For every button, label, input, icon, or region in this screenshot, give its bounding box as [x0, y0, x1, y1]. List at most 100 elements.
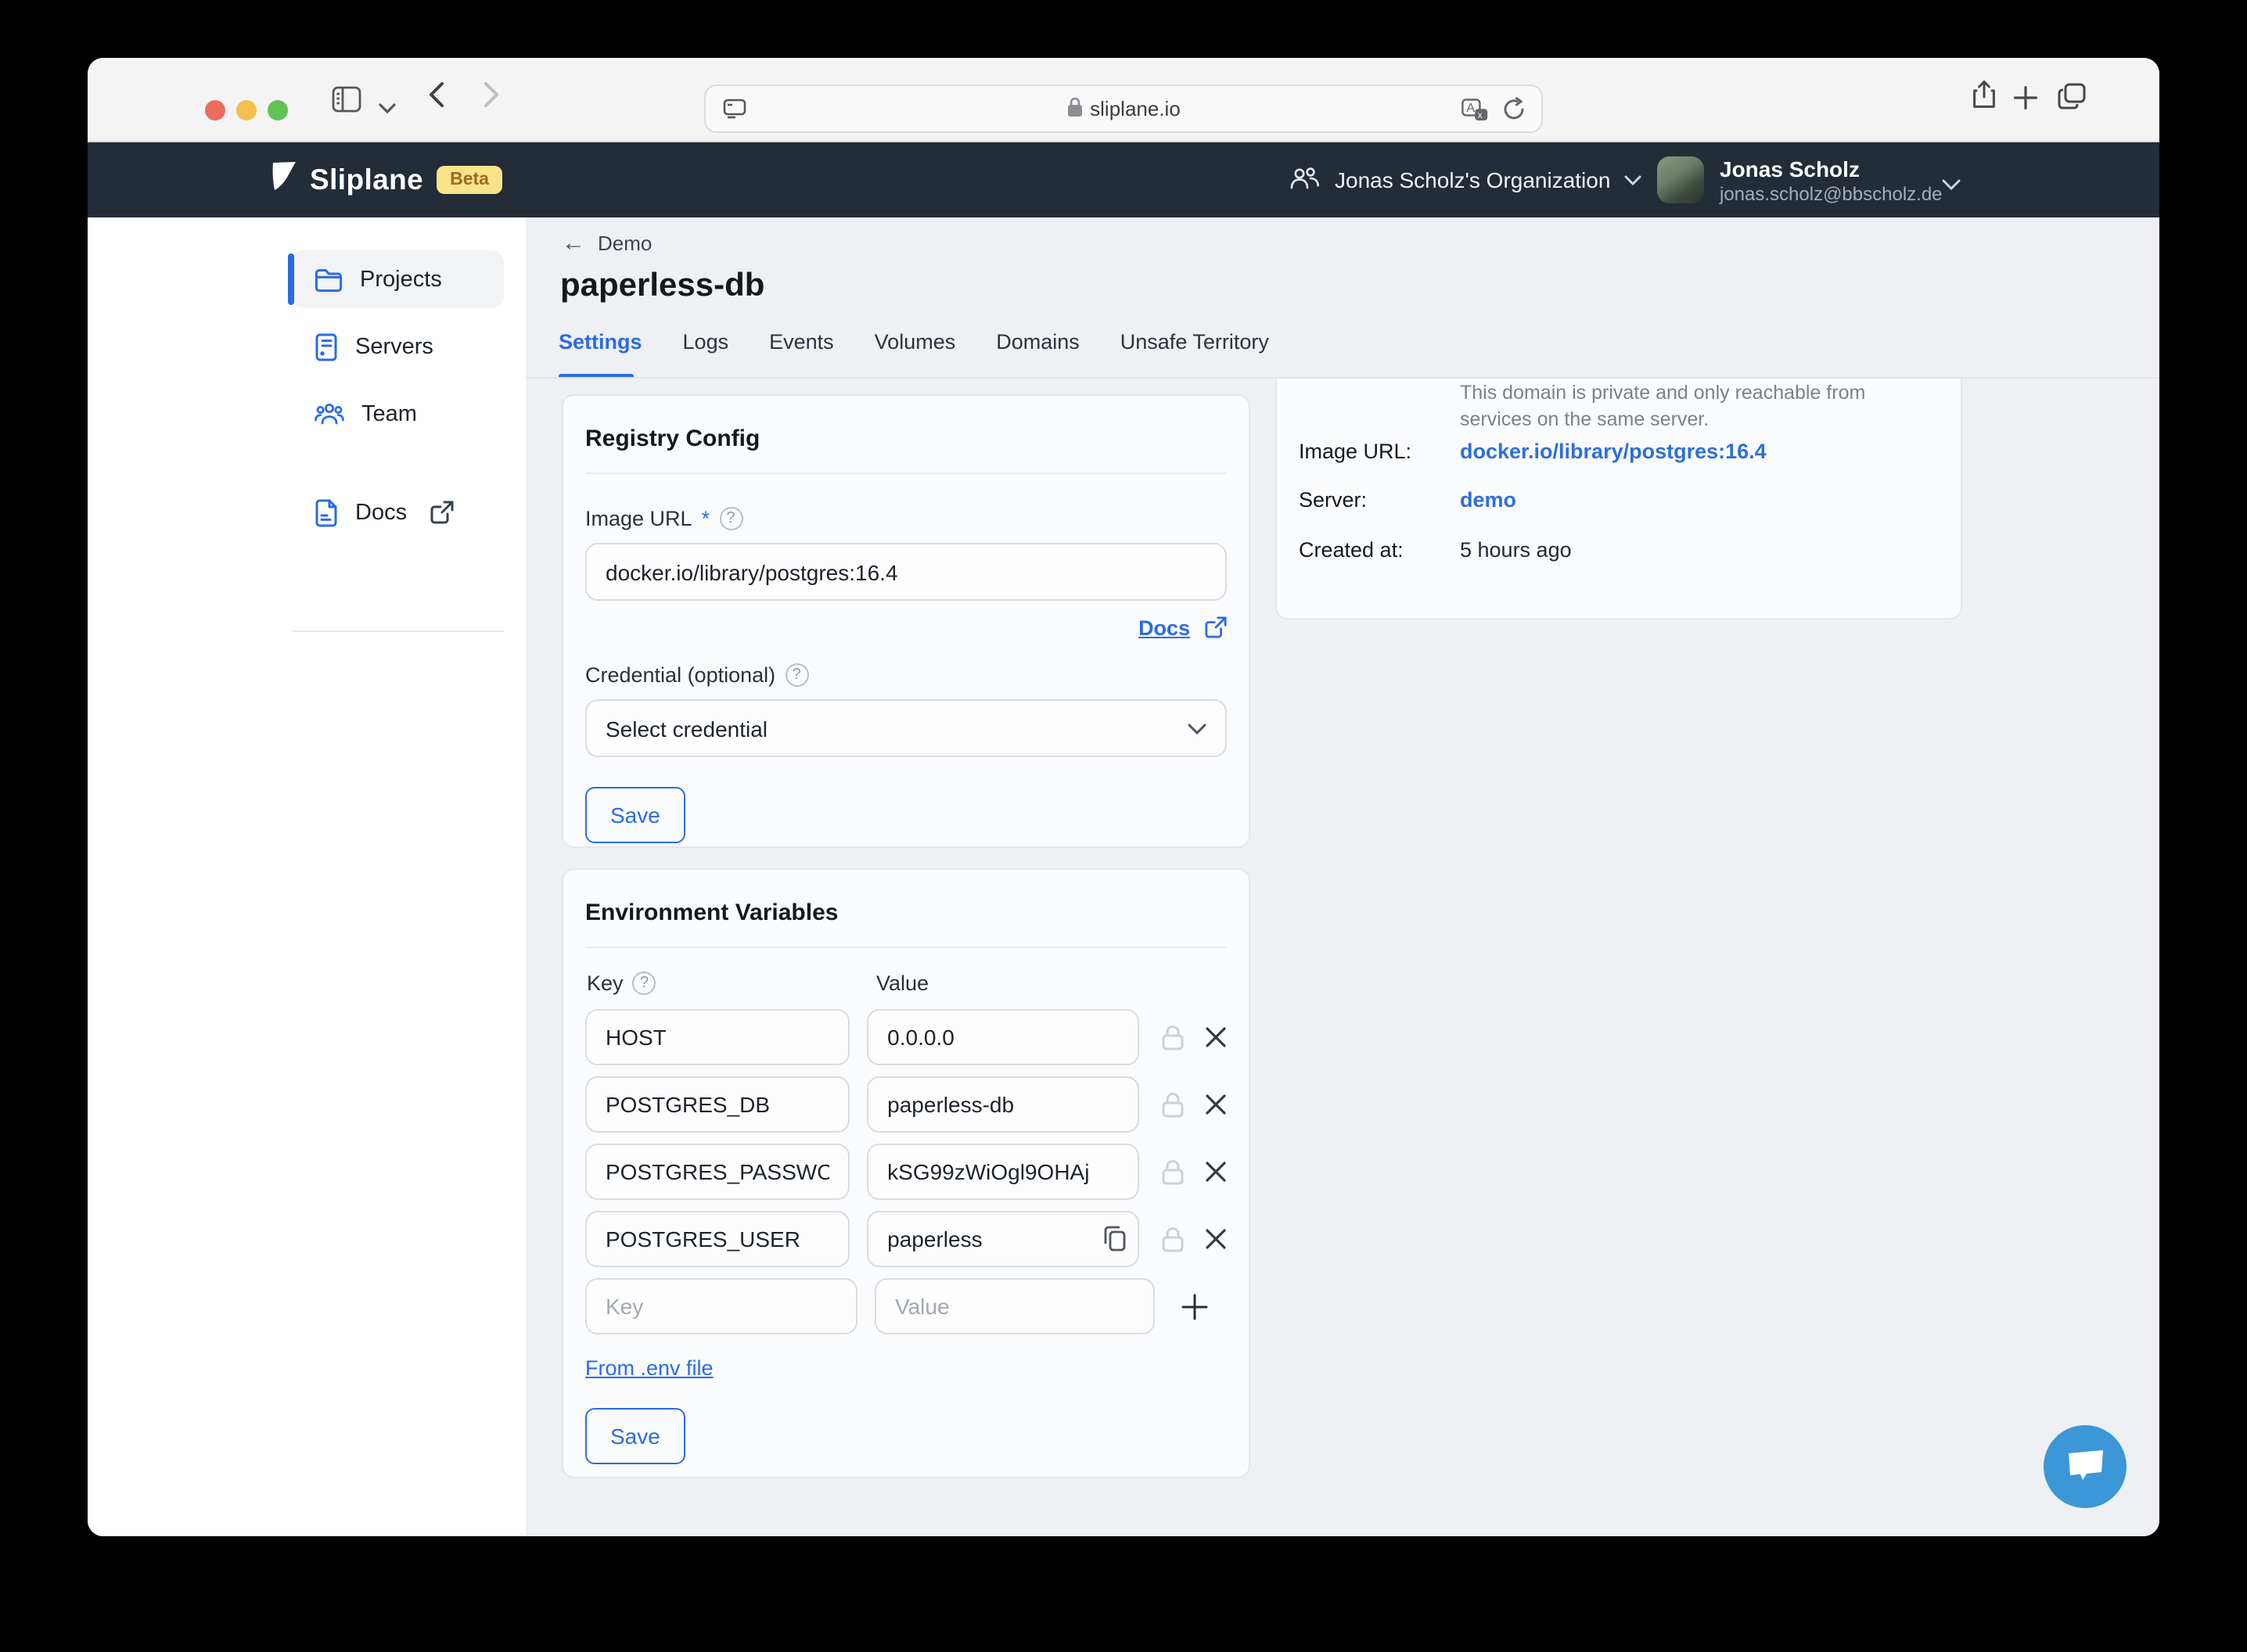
user-menu-chevron-icon[interactable] [1942, 171, 1961, 199]
image-url-input[interactable] [585, 543, 1227, 601]
image-url-label: Image URL* ? [585, 507, 1227, 530]
sidebar: Projects Servers [88, 217, 526, 1536]
chevron-down-icon [1188, 722, 1206, 734]
info-row-server: Server: demo [1299, 488, 1516, 512]
env-row-new [585, 1278, 1227, 1334]
reload-icon[interactable] [1502, 97, 1526, 130]
page-title: paperless-db [560, 268, 764, 305]
tab-volumes[interactable]: Volumes [875, 330, 956, 354]
sidebar-item-docs[interactable]: Docs [291, 483, 504, 541]
copy-icon[interactable] [1103, 1225, 1127, 1252]
breadcrumb[interactable]: ← Demo [562, 230, 652, 257]
created-at-value: 5 hours ago [1460, 538, 1572, 562]
lock-icon[interactable] [1161, 1024, 1185, 1050]
card-divider [585, 946, 1227, 948]
env-value-input[interactable] [867, 1144, 1139, 1200]
organization-switcher[interactable]: Jonas Scholz's Organization [1289, 142, 1641, 217]
beta-badge: Beta [436, 166, 503, 194]
remove-row-icon[interactable] [1205, 1026, 1227, 1048]
forward-button[interactable] [484, 81, 499, 116]
env-value-input[interactable] [867, 1076, 1139, 1133]
image-url-help-icon[interactable]: ? [719, 507, 742, 530]
document-icon [315, 498, 338, 526]
env-key-help-icon[interactable]: ? [633, 971, 656, 995]
new-env-key-input[interactable] [585, 1278, 857, 1334]
breadcrumb-label[interactable]: Demo [598, 232, 652, 255]
env-key-input[interactable] [585, 1211, 850, 1267]
registry-save-button[interactable]: Save [585, 787, 685, 843]
tab-unsafe-territory[interactable]: Unsafe Territory [1120, 330, 1269, 354]
sidebar-item-label: Projects [360, 267, 442, 292]
lock-icon[interactable] [1161, 1158, 1185, 1185]
env-key-input[interactable] [585, 1144, 850, 1200]
scroll-area: Registry Config Image URL* ? Docs [526, 379, 2159, 1536]
env-key-input[interactable] [585, 1076, 850, 1133]
env-row [585, 1144, 1227, 1200]
external-link-icon [430, 501, 454, 524]
avatar [1657, 156, 1704, 203]
close-window-button[interactable] [205, 100, 225, 120]
env-value-input[interactable] [867, 1009, 1139, 1065]
sidebar-item-label: Team [361, 401, 417, 426]
lock-icon[interactable] [1161, 1226, 1185, 1252]
env-value-label: Value [876, 971, 929, 995]
translate-icon[interactable]: A x [1461, 99, 1488, 130]
sidebar-item-team[interactable]: Team [291, 385, 504, 443]
new-tab-icon[interactable] [2014, 86, 2037, 117]
required-marker: * [702, 507, 710, 530]
server-link[interactable]: demo [1460, 488, 1516, 512]
minimize-window-button[interactable] [236, 100, 257, 120]
from-env-file-link[interactable]: From .env file [585, 1356, 714, 1380]
organization-name: Jonas Scholz's Organization [1335, 167, 1610, 192]
back-arrow-icon[interactable]: ← [562, 230, 585, 257]
service-info-card: This domain is private and only reachabl… [1275, 379, 1962, 620]
credential-select-value: Select credential [606, 716, 768, 741]
private-domain-note: This domain is private and only reachabl… [1460, 380, 1932, 432]
registry-config-card: Registry Config Image URL* ? Docs [562, 394, 1250, 848]
sidebar-toggle-icon[interactable] [332, 86, 361, 120]
credential-select[interactable]: Select credential [585, 699, 1227, 757]
browser-window: sliplane.io A x [88, 58, 2159, 1536]
remove-row-icon[interactable] [1205, 1228, 1227, 1250]
tab-settings[interactable]: Settings [559, 330, 642, 354]
toolbar-chevron-down-icon[interactable] [379, 94, 396, 122]
share-icon[interactable] [1972, 80, 1997, 117]
env-row [585, 1009, 1227, 1065]
team-icon [315, 402, 344, 426]
remove-row-icon[interactable] [1205, 1161, 1227, 1183]
brand[interactable]: Sliplane Beta [271, 142, 503, 217]
browser-toolbar: sliplane.io A x [88, 58, 2159, 142]
server-icon [315, 332, 338, 361]
chat-widget-button[interactable] [2044, 1425, 2127, 1508]
main-content: ← Demo paperless-db Settings Logs Events… [526, 217, 2159, 1536]
brand-name: Sliplane [310, 163, 423, 197]
docs-external-link-icon[interactable] [1205, 616, 1227, 638]
add-row-icon[interactable] [1181, 1293, 1208, 1320]
svg-text:x: x [1478, 110, 1483, 120]
back-button[interactable] [429, 81, 444, 116]
tab-overview-icon[interactable] [2058, 83, 2086, 117]
sidebar-item-projects[interactable]: Projects [291, 250, 504, 308]
remove-row-icon[interactable] [1205, 1094, 1227, 1115]
image-url-link[interactable]: docker.io/library/postgres:16.4 [1460, 440, 1767, 463]
env-value-input[interactable] [867, 1211, 1139, 1267]
docs-link[interactable]: Docs [1138, 616, 1190, 640]
info-row-image-url: Image URL: docker.io/library/postgres:16… [1299, 440, 1767, 463]
user-menu[interactable]: Jonas Scholz jonas.scholz@bbscholz.de [1657, 156, 1943, 206]
env-key-input[interactable] [585, 1009, 850, 1065]
credential-help-icon[interactable]: ? [785, 663, 808, 687]
sidebar-item-servers[interactable]: Servers [291, 318, 504, 375]
env-heading: Environment Variables [585, 900, 1227, 926]
env-save-button[interactable]: Save [585, 1408, 685, 1464]
tab-domains[interactable]: Domains [996, 330, 1080, 354]
tab-logs[interactable]: Logs [683, 330, 729, 354]
lock-icon[interactable] [1161, 1091, 1185, 1118]
organization-chevron-icon [1624, 174, 1641, 185]
screen: sliplane.io A x [0, 0, 2247, 1652]
env-key-label: Key ? [587, 971, 656, 995]
new-env-value-input[interactable] [875, 1278, 1155, 1334]
address-bar[interactable]: sliplane.io A x [704, 84, 1543, 133]
url-text-wrap: sliplane.io [706, 86, 1541, 131]
tab-events[interactable]: Events [769, 330, 834, 354]
maximize-window-button[interactable] [268, 100, 288, 120]
